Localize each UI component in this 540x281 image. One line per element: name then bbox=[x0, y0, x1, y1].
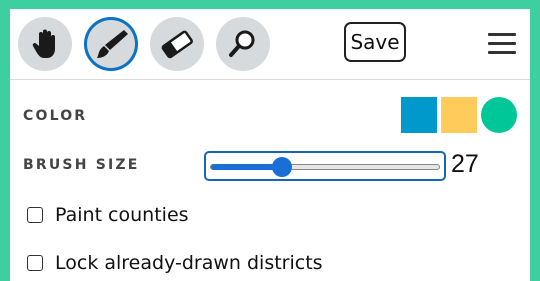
color-swatch-blue[interactable] bbox=[401, 97, 437, 133]
lock-districts-checkbox[interactable] bbox=[27, 255, 43, 271]
brush-size-value: 27 bbox=[451, 150, 479, 178]
color-label: COLOR bbox=[23, 108, 88, 124]
hand-icon bbox=[30, 28, 60, 60]
brush-icon bbox=[93, 26, 129, 62]
brush-size-label: BRUSH SIZE bbox=[23, 157, 140, 173]
districting-tools-panel: Save COLOR BRUSH SIZE 27 Paint counties … bbox=[10, 9, 530, 281]
lock-districts-label: Lock already-drawn districts bbox=[55, 252, 323, 274]
brush-tool-button[interactable] bbox=[84, 17, 138, 71]
hamburger-menu-icon[interactable] bbox=[488, 33, 518, 55]
toolbar: Save bbox=[10, 9, 530, 80]
slider-track bbox=[210, 157, 440, 177]
brush-size-slider[interactable] bbox=[204, 151, 446, 181]
lock-districts-option[interactable]: Lock already-drawn districts bbox=[27, 252, 323, 274]
eraser-tool-button[interactable] bbox=[150, 17, 204, 71]
paint-counties-option[interactable]: Paint counties bbox=[27, 204, 189, 226]
color-swatch-green-selected[interactable] bbox=[481, 97, 517, 133]
pan-tool-button[interactable] bbox=[18, 17, 72, 71]
paint-counties-label: Paint counties bbox=[55, 204, 189, 226]
paint-counties-checkbox[interactable] bbox=[27, 207, 43, 223]
eraser-icon bbox=[160, 29, 194, 59]
slider-thumb[interactable] bbox=[271, 157, 292, 177]
color-swatch-yellow[interactable] bbox=[441, 97, 477, 133]
inspect-tool-button[interactable] bbox=[216, 17, 270, 71]
save-button[interactable]: Save bbox=[344, 22, 406, 62]
magnifier-icon bbox=[228, 29, 258, 59]
